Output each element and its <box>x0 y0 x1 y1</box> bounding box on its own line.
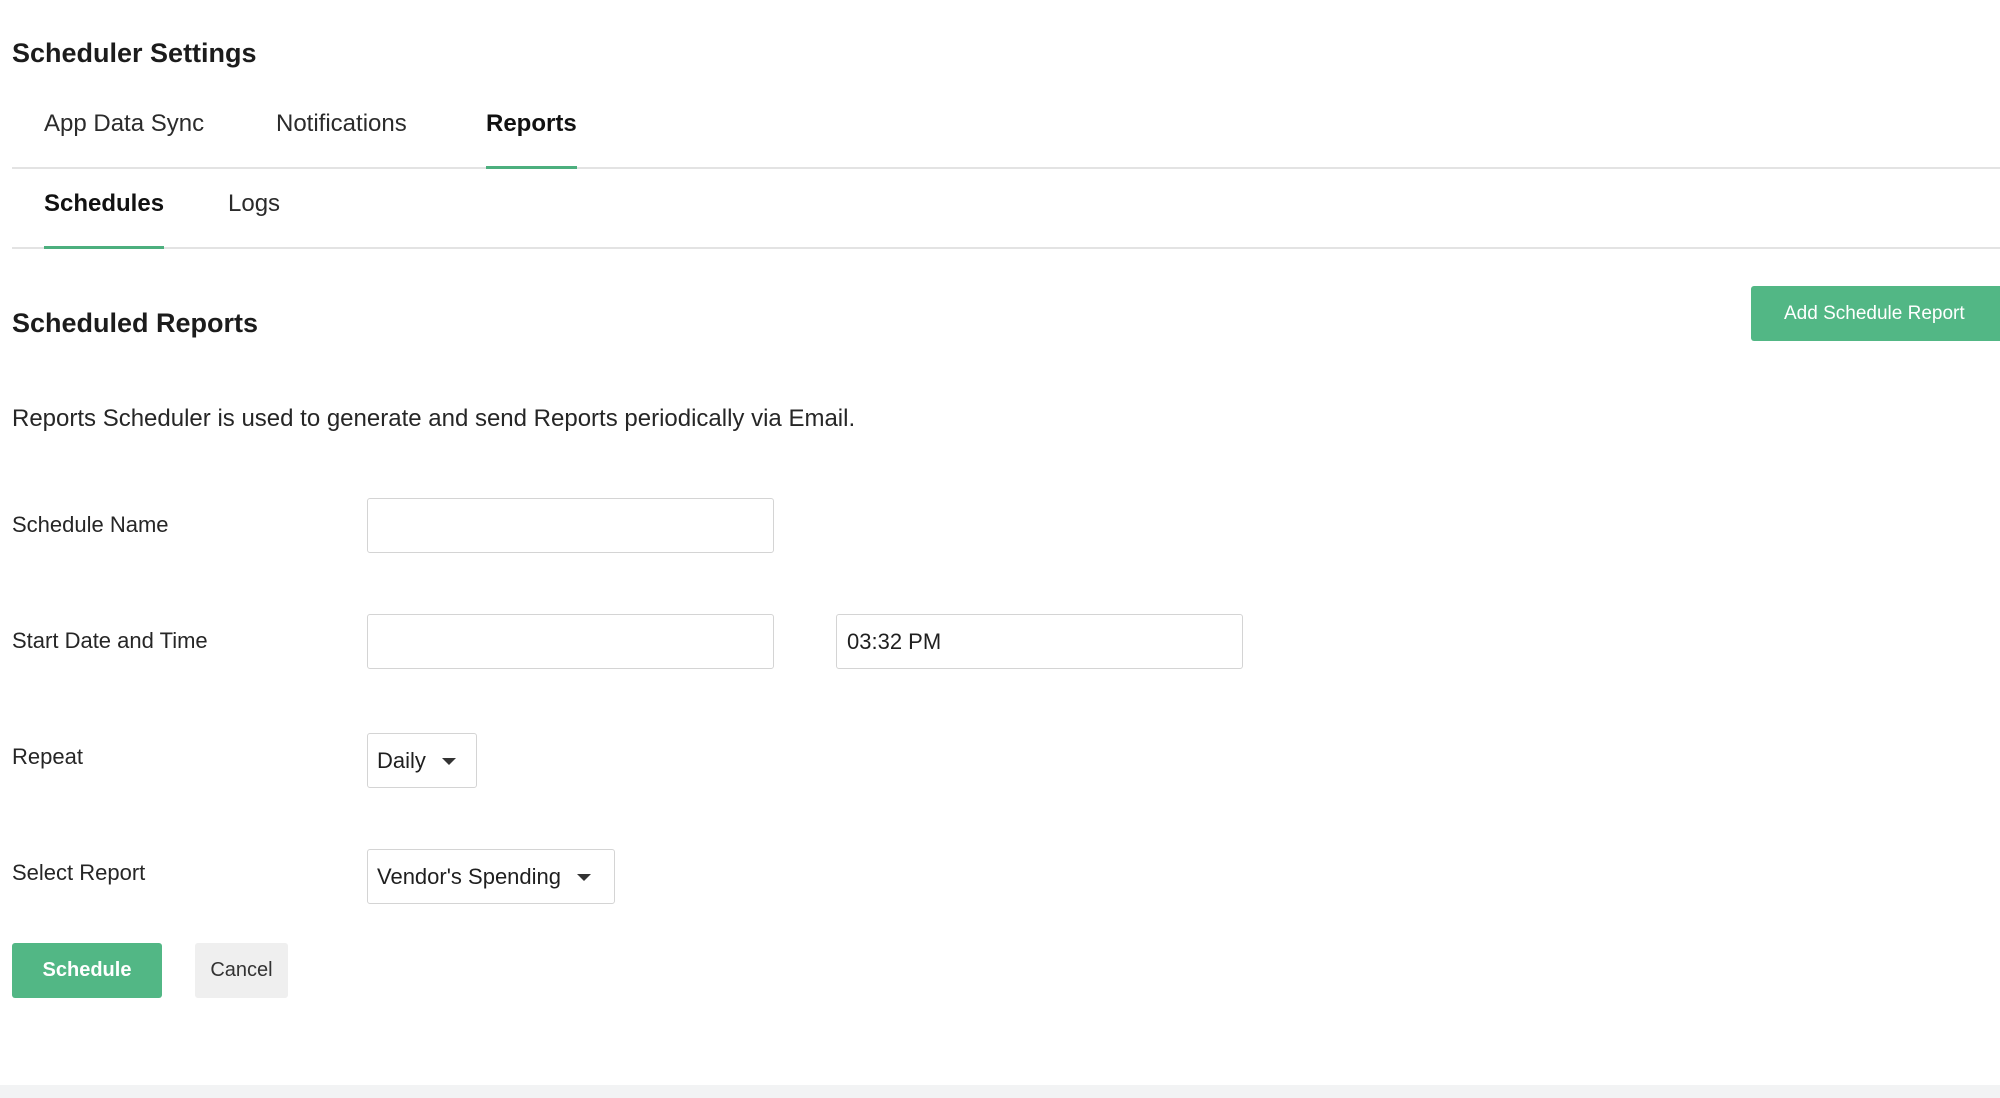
tab-label: Notifications <box>276 110 407 137</box>
schedule-name-label: Schedule Name <box>12 512 169 537</box>
schedule-name-input[interactable] <box>367 498 774 553</box>
schedule-button[interactable]: Schedule <box>12 943 162 998</box>
tab-app-data-sync[interactable]: App Data Sync <box>44 100 204 167</box>
select-report-label: Select Report <box>12 860 146 885</box>
report-select[interactable]: Vendor's Spending <box>367 849 615 904</box>
tab-label: Schedules <box>44 190 165 217</box>
caret-down-icon <box>577 874 592 881</box>
tab-notifications[interactable]: Notifications <box>276 100 407 167</box>
primary-tab-bar: App Data Sync Notifications Reports <box>12 100 2000 169</box>
cancel-button[interactable]: Cancel <box>195 943 288 998</box>
page-title: Scheduler Settings <box>12 38 257 68</box>
report-selected-value: Vendor's Spending <box>377 863 562 889</box>
tab-label: Reports <box>486 110 577 137</box>
start-date-time-label: Start Date and Time <box>12 628 208 653</box>
section-title: Scheduled Reports <box>12 308 259 338</box>
active-tab-indicator <box>486 166 577 169</box>
scheduler-settings-page: Scheduler Settings App Data Sync Notific… <box>0 0 2000 1085</box>
start-date-input[interactable] <box>367 614 774 669</box>
tab-label: Logs <box>228 190 281 217</box>
active-tab-indicator <box>44 246 165 249</box>
section-description: Reports Scheduler is used to generate an… <box>12 405 856 432</box>
tab-label: App Data Sync <box>44 110 205 137</box>
tab-schedules[interactable]: Schedules <box>44 180 165 249</box>
secondary-tab-bar: Schedules Logs <box>12 180 2000 249</box>
repeat-selected-value: Daily <box>377 747 426 773</box>
tab-reports[interactable]: Reports <box>486 100 577 169</box>
repeat-label: Repeat <box>12 744 83 769</box>
bottom-band <box>0 1085 2000 1098</box>
add-schedule-report-button[interactable]: Add Schedule Report <box>1751 286 2000 341</box>
start-time-input[interactable] <box>836 614 1243 669</box>
tab-logs[interactable]: Logs <box>228 180 280 247</box>
caret-down-icon <box>441 758 456 765</box>
repeat-select[interactable]: Daily <box>367 733 477 788</box>
